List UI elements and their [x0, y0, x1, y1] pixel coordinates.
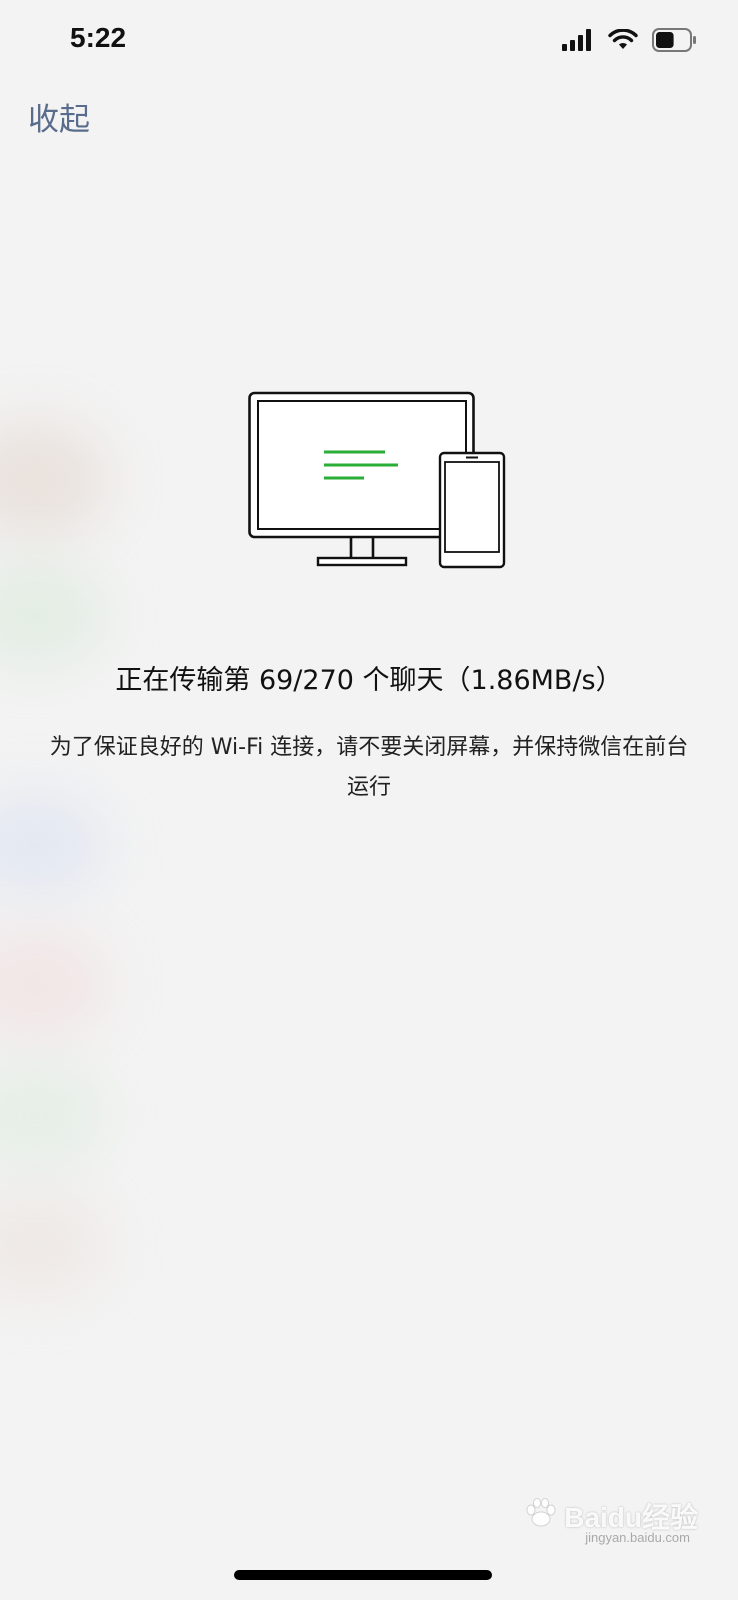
battery-icon: [652, 28, 698, 56]
backdrop-blur: [0, 420, 110, 540]
collapse-button[interactable]: 收起: [28, 94, 90, 139]
home-indicator[interactable]: [234, 1570, 492, 1580]
backdrop-blur: [0, 560, 110, 670]
status-time: 5:22: [70, 22, 127, 53]
paw-logo-icon: [524, 1497, 558, 1535]
backdrop-blur: [0, 1190, 110, 1300]
transfer-progress-text: 正在传输第 69/270 个聊天（1.86MB/s）: [115, 665, 623, 696]
status-icons: [562, 28, 698, 56]
device-transfer-illustration: [248, 390, 508, 572]
transfer-screen: 5:22 收起 正在传输第 69/270 个聊天（1.86MB/s） 为了保证良…: [0, 0, 738, 1600]
watermark-url: jingyan.baidu.com: [585, 1530, 690, 1545]
transfer-instruction-text: 为了保证良好的 Wi-Fi 连接，请不要关闭屏幕，并保持微信在前台运行: [49, 735, 689, 800]
baidu-watermark: Baidu经验 jingyan.baidu.com: [524, 1496, 698, 1545]
backdrop-blur: [0, 930, 110, 1040]
wifi-icon: [608, 28, 638, 55]
status-bar: 5:22: [0, 0, 738, 80]
backdrop-blur: [0, 1060, 110, 1170]
phone-icon: [438, 451, 506, 569]
cellular-signal-icon: [562, 29, 594, 55]
